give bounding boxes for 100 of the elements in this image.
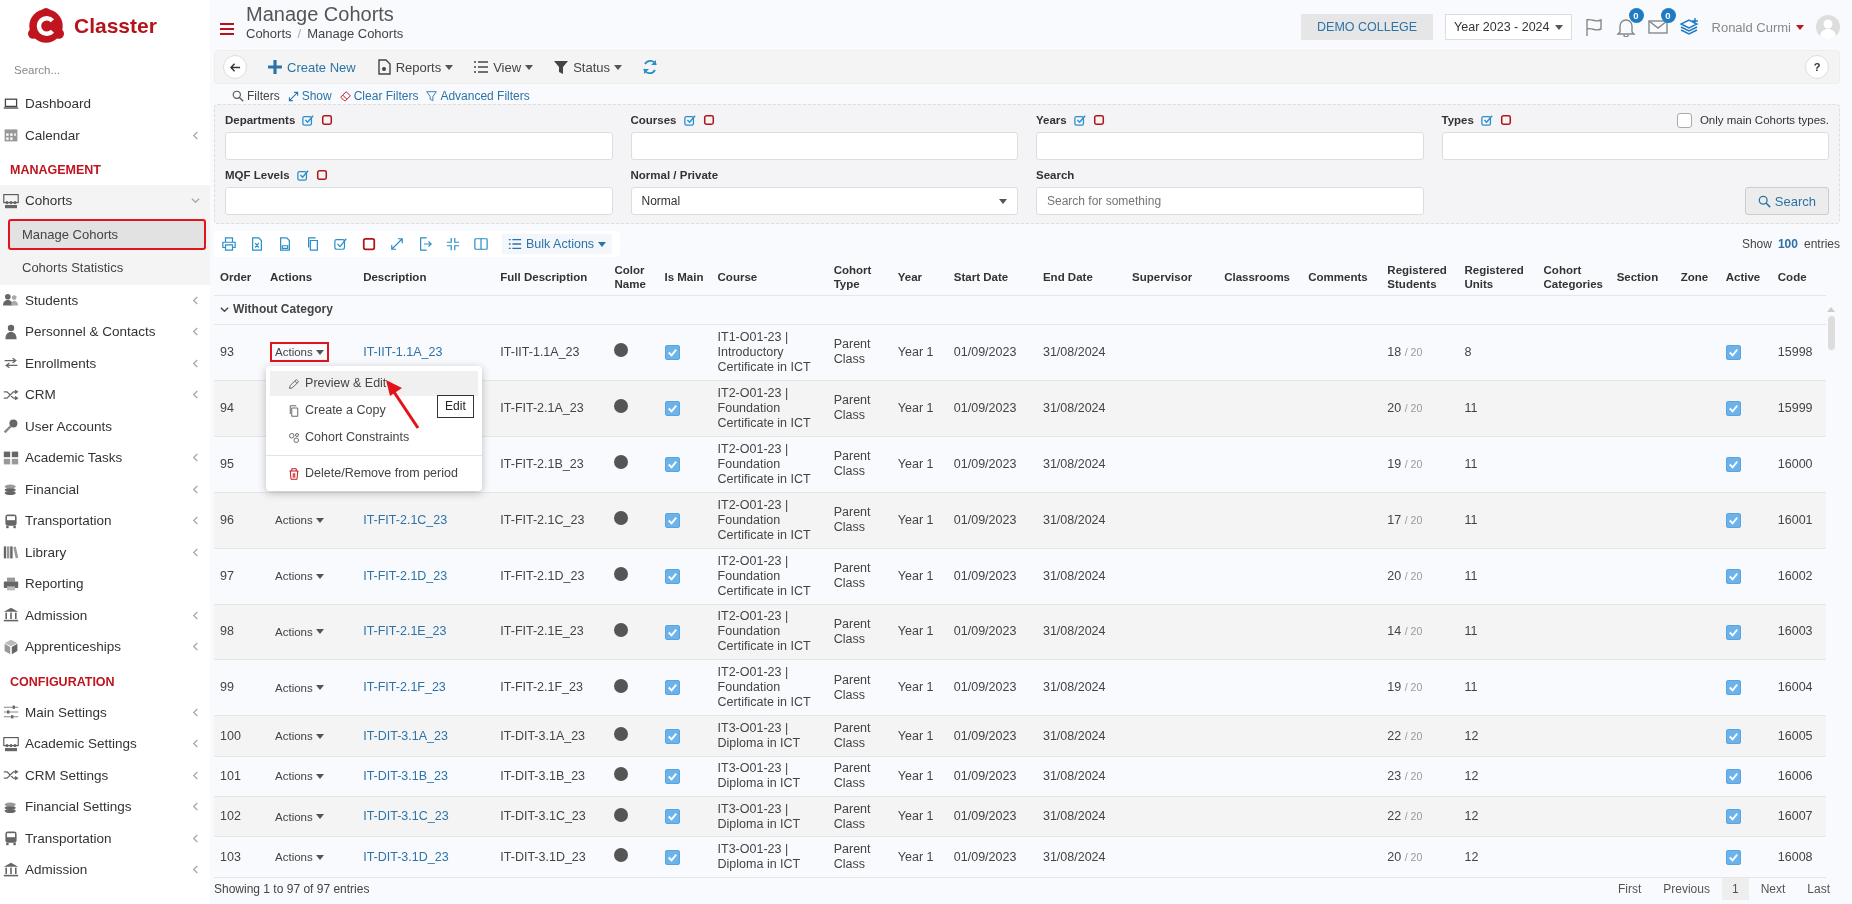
pagination-button[interactable]: First — [1607, 878, 1652, 900]
show-link[interactable]: Show — [287, 89, 332, 103]
nav-item[interactable]: Transportation — [0, 505, 210, 537]
checkbox[interactable] — [664, 809, 680, 825]
pagination-button[interactable]: Previous — [1653, 878, 1720, 900]
cohort-link[interactable]: IT-FIT-2.1E_23 — [363, 624, 447, 639]
nav-item[interactable]: CRM — [0, 379, 210, 411]
bell-icon[interactable] — [1615, 17, 1636, 37]
checkbox[interactable] — [1725, 400, 1741, 416]
copy-icon[interactable] — [306, 237, 320, 251]
actions-button[interactable]: Actions — [270, 726, 329, 746]
advanced-filters-link[interactable]: Advanced Filters — [426, 89, 530, 103]
uncheck-all-icon[interactable] — [1499, 114, 1512, 126]
search-field[interactable]: Search for something — [1036, 187, 1424, 215]
checkbox[interactable] — [664, 728, 680, 744]
checkbox[interactable] — [1725, 680, 1741, 696]
refresh-icon[interactable] — [642, 59, 658, 75]
back-button[interactable] — [223, 55, 247, 79]
search-field[interactable]: Search... — [14, 60, 184, 80]
check-all-icon[interactable] — [683, 114, 696, 126]
checkbox[interactable] — [664, 849, 680, 865]
checkbox[interactable] — [664, 345, 680, 361]
nav-item[interactable]: CRM Settings — [0, 759, 210, 791]
pagination-button[interactable]: Next — [1750, 878, 1796, 900]
avatar-icon[interactable] — [1816, 15, 1840, 39]
checkbox[interactable] — [664, 680, 680, 696]
institution-button[interactable]: DEMO COLLEGE — [1301, 14, 1434, 40]
mail-icon[interactable] — [1647, 17, 1668, 37]
check-all-icon[interactable] — [296, 169, 309, 181]
layers-icon[interactable] — [1679, 17, 1700, 37]
nav-item[interactable]: Reporting — [0, 568, 210, 600]
sidebar-subitem[interactable]: Cohorts Statistics — [8, 251, 206, 283]
uncheck-all-icon[interactable] — [1092, 114, 1105, 126]
menu-item[interactable]: Preview & Edit — [270, 371, 479, 397]
export-icon[interactable] — [418, 237, 432, 251]
help-button[interactable]: ? — [1805, 55, 1829, 79]
uncheck-all-icon[interactable] — [321, 114, 334, 126]
spreadsheet-icon[interactable] — [250, 237, 264, 251]
cohort-link[interactable]: IT-DIT-3.1A_23 — [363, 728, 448, 743]
checkbox[interactable] — [664, 456, 680, 472]
checkbox[interactable] — [664, 568, 680, 584]
expand-icon[interactable] — [390, 237, 404, 251]
checkbox[interactable] — [1725, 512, 1741, 528]
columns-icon[interactable] — [474, 237, 488, 251]
cohort-link[interactable]: IT-FIT-2.1F_23 — [363, 680, 446, 695]
sidebar-subitem[interactable]: Manage Cohorts — [8, 218, 206, 250]
cohort-link[interactable]: IT-DIT-3.1D_23 — [363, 849, 449, 864]
checkbox[interactable] — [664, 400, 680, 416]
menu-item[interactable]: Cohort Constraints — [270, 425, 420, 451]
input-field[interactable] — [1036, 132, 1424, 160]
nav-item[interactable]: Main Settings — [0, 696, 210, 728]
check-all-icon[interactable] — [302, 114, 315, 126]
nav-item[interactable]: Academic Settings — [0, 728, 210, 760]
menu-icon[interactable] — [220, 22, 234, 36]
nav-item[interactable]: User Accounts — [0, 410, 210, 442]
user-menu[interactable]: Ronald Curmi — [1711, 19, 1804, 35]
menu-item[interactable]: Delete/Remove from period — [270, 461, 468, 487]
reports-button[interactable]: Reports — [375, 59, 454, 75]
checkbox[interactable] — [1725, 568, 1741, 584]
check-all-icon[interactable] — [334, 237, 348, 251]
select-field[interactable]: Normal — [630, 187, 1018, 215]
menu-item[interactable]: Create a Copy — [270, 398, 396, 424]
nav-item[interactable]: Academic Tasks — [0, 442, 210, 474]
file-icon[interactable] — [278, 237, 292, 251]
checkbox[interactable] — [1725, 849, 1741, 865]
actions-button[interactable]: Actions — [270, 566, 329, 587]
nav-item[interactable]: Admission — [0, 599, 210, 631]
checkbox[interactable] — [664, 512, 680, 528]
checkbox[interactable] — [1725, 809, 1741, 825]
checkbox[interactable] — [1676, 112, 1692, 128]
actions-button[interactable]: Actions — [270, 677, 329, 698]
input-field[interactable] — [225, 132, 613, 160]
caret-up-icon[interactable] — [1827, 307, 1835, 312]
cohort-link[interactable]: IT-DIT-3.1C_23 — [363, 809, 449, 824]
nav-item[interactable]: Calendar — [0, 119, 210, 151]
check-all-icon[interactable] — [1073, 114, 1086, 126]
view-button[interactable]: View — [473, 59, 534, 75]
uncheck-all-icon[interactable] — [362, 237, 376, 251]
uncheck-all-icon[interactable] — [315, 169, 328, 181]
compress-icon[interactable] — [446, 237, 460, 251]
checkbox[interactable] — [1725, 456, 1741, 472]
checkbox[interactable] — [1725, 624, 1741, 640]
printer-icon[interactable] — [222, 237, 236, 251]
bulk-actions-button[interactable]: Bulk Actions — [502, 234, 613, 254]
checkbox[interactable] — [1725, 769, 1741, 784]
nav-item[interactable]: Financial — [0, 473, 210, 505]
checkbox[interactable] — [1725, 728, 1741, 744]
breadcrumb-item[interactable]: Cohorts — [246, 26, 292, 41]
checkbox[interactable] — [664, 624, 680, 640]
nav-item[interactable]: Students — [0, 284, 210, 316]
nav-item[interactable]: Transportation — [0, 822, 210, 854]
actions-button[interactable]: Actions — [270, 766, 329, 787]
checkbox[interactable] — [664, 769, 680, 784]
nav-item[interactable]: Financial Settings — [0, 791, 210, 823]
actions-button[interactable]: Actions — [270, 510, 329, 531]
flag-icon[interactable] — [1583, 17, 1604, 37]
cohort-link[interactable]: IT-FIT-2.1C_23 — [363, 512, 448, 527]
group-header[interactable]: Without Category — [220, 300, 1820, 320]
nav-item[interactable]: Library — [0, 536, 210, 568]
input-field[interactable] — [225, 187, 613, 215]
